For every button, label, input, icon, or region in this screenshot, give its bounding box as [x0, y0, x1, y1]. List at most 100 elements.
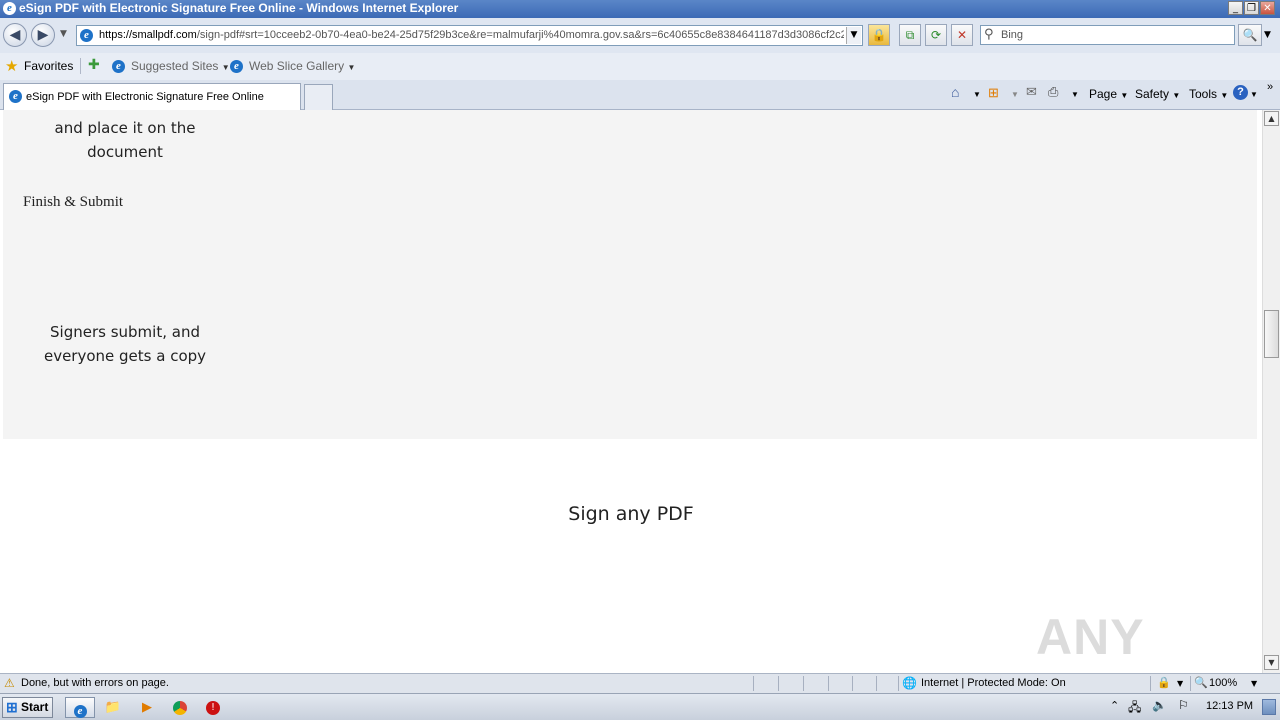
sign-any-pdf-heading: Sign any PDF — [568, 503, 694, 525]
favorites-button[interactable]: Favorites — [24, 59, 73, 73]
back-arrow-icon: ◀ — [9, 27, 21, 43]
scroll-thumb[interactable] — [1264, 310, 1279, 358]
protected-mode-panel[interactable]: 🔒 ▼ — [1150, 676, 1188, 691]
clock[interactable]: 12:13 PM — [1206, 700, 1253, 712]
scroll-up-arrow-icon[interactable]: ▲ — [1264, 111, 1279, 126]
signers-line2: everyone gets a copy — [43, 347, 207, 365]
refresh-button[interactable]: ⟳ — [925, 24, 947, 46]
tools-menu-label: Tools — [1189, 87, 1218, 101]
suggested-sites-label: Suggested Sites — [131, 59, 219, 73]
status-bar: ⚠ Done, but with errors on page. 🌐 Inter… — [0, 673, 1280, 693]
title-bar: e eSign PDF with Electronic Signature Fr… — [0, 0, 1280, 18]
compatibility-icon: ⧉ — [905, 28, 915, 42]
close-window-button[interactable]: ✕ — [1260, 1, 1275, 15]
favorites-divider — [80, 58, 81, 74]
web-slice-gallery-link[interactable]: Web Slice Gallery ▼ — [249, 59, 355, 73]
feeds-dropdown-icon[interactable]: ▼ — [1011, 90, 1019, 99]
taskbar: ⊞ Start e 📁 ▶ ! ⌃ 🖧 🔈 ⚐ 12:13 PM — [0, 693, 1280, 720]
globe-icon: 🌐 — [902, 676, 917, 690]
tab-label: eSign PDF with Electronic Signature Free… — [26, 91, 264, 103]
protected-mode-icon: 🔒 — [1157, 676, 1171, 689]
chrome-logo — [173, 700, 187, 715]
anyrun-watermark: ANY RUN — [1036, 609, 1146, 673]
status-panel — [876, 676, 900, 691]
print-icon[interactable]: ⎙ — [1048, 84, 1058, 100]
suggested-sites-link[interactable]: Suggested Sites ▼ — [131, 59, 230, 73]
add-favorite-icon[interactable]: ✚ — [88, 57, 100, 73]
scroll-down-arrow-icon[interactable]: ▼ — [1264, 655, 1279, 670]
status-panel — [828, 676, 852, 691]
show-hidden-icons-icon[interactable]: ⌃ — [1110, 699, 1119, 712]
help-dropdown-icon[interactable]: ▼ — [1250, 90, 1258, 99]
vertical-scrollbar[interactable]: ▲ ▼ — [1262, 110, 1280, 673]
home-icon[interactable]: ⌂ — [951, 84, 959, 100]
step-place-line2: document — [87, 143, 163, 161]
print-dropdown-icon[interactable]: ▼ — [1071, 90, 1079, 99]
status-message[interactable]: Done, but with errors on page. — [21, 677, 169, 689]
zoom-control[interactable]: 🔍 100% ▼ — [1190, 676, 1262, 691]
restore-button[interactable]: ❐ — [1244, 1, 1259, 15]
page-ie-icon: e — [80, 29, 93, 42]
web-slice-gallery-label: Web Slice Gallery — [249, 59, 345, 73]
chevron-down-icon: ▼ — [1120, 91, 1129, 100]
new-tab-button[interactable] — [304, 84, 333, 110]
ie-icon: e — [73, 705, 87, 718]
back-button[interactable]: ◀ — [3, 23, 27, 47]
chevron-down-icon: ▼ — [1220, 91, 1229, 100]
minimize-button[interactable]: _ — [1228, 1, 1243, 15]
status-panel — [778, 676, 802, 691]
signers-description: Signers submit, and everyone gets a copy — [25, 320, 225, 368]
feeds-icon[interactable]: ⊞ — [988, 85, 999, 101]
page-content: and place it on the document Finish & Su… — [0, 110, 1262, 673]
tools-menu[interactable]: Tools ▼ — [1189, 87, 1228, 101]
tab-esign-pdf[interactable]: e eSign PDF with Electronic Signature Fr… — [3, 83, 301, 110]
show-desktop-button[interactable] — [1262, 699, 1276, 715]
chevron-down-icon: ▼ — [347, 63, 356, 72]
url-text: https://smallpdf.com/sign-pdf#srt=10ccee… — [99, 29, 844, 41]
search-input[interactable]: ⚲ Bing — [980, 25, 1235, 45]
stop-button[interactable]: ✕ — [951, 24, 973, 46]
stop-icon: ✕ — [956, 28, 968, 42]
search-bing-icon: ⚲ — [984, 27, 994, 42]
home-dropdown-icon[interactable]: ▼ — [973, 90, 981, 99]
more-commands-icon[interactable]: » — [1267, 81, 1273, 93]
action-center-flag-icon[interactable]: ⚐ — [1178, 698, 1189, 712]
recent-pages-dropdown-icon[interactable]: ▼ — [60, 29, 67, 39]
step-place-line1: and place it on the — [54, 119, 196, 137]
security-lock-button[interactable]: 🔒 — [868, 24, 890, 46]
windows-logo-icon: ⊞ — [6, 699, 18, 715]
chrome-icon[interactable] — [167, 697, 193, 718]
search-go-button[interactable]: 🔍 — [1238, 24, 1262, 46]
safety-menu-label: Safety — [1135, 87, 1170, 101]
finish-submit-heading: Finish & Submit — [23, 194, 124, 210]
address-dropdown-icon[interactable]: ▼ — [846, 27, 861, 44]
volume-icon[interactable]: 🔈 — [1152, 698, 1167, 712]
chevron-down-icon: ▼ — [1172, 91, 1181, 100]
mail-icon[interactable]: ✉ — [1026, 84, 1037, 100]
taskbar-ie-button[interactable]: e — [65, 697, 95, 718]
warning-icon[interactable]: ⚠ — [4, 676, 15, 690]
web-slice-icon: e — [230, 60, 243, 73]
zoom-level: 100% — [1209, 677, 1238, 689]
media-player-icon[interactable]: ▶ — [134, 697, 160, 718]
zoom-icon: 🔍 — [1194, 676, 1208, 689]
network-icon[interactable]: 🖧 — [1128, 698, 1141, 719]
search-options-dropdown-icon[interactable]: ▼ — [1264, 30, 1271, 40]
status-panel — [803, 676, 827, 691]
address-input[interactable]: e https://smallpdf.com/sign-pdf#srt=10cc… — [76, 25, 863, 46]
forward-button[interactable]: ▶ — [31, 23, 55, 47]
suggested-sites-icon: e — [112, 60, 125, 73]
chevron-down-icon: ▼ — [1251, 679, 1258, 688]
start-label: Start — [21, 700, 49, 714]
help-icon[interactable]: ? — [1233, 85, 1248, 100]
page-menu[interactable]: Page ▼ — [1089, 87, 1128, 101]
favorites-star-icon: ★ — [5, 57, 19, 75]
start-button[interactable]: ⊞ Start — [2, 697, 53, 718]
page-menu-label: Page — [1089, 87, 1118, 101]
safety-menu[interactable]: Safety ▼ — [1135, 87, 1180, 101]
opera-icon[interactable]: ! — [200, 697, 226, 718]
compatibility-view-button[interactable]: ⧉ — [899, 24, 921, 46]
security-zone-text: Internet | Protected Mode: On — [921, 677, 1066, 689]
explorer-icon[interactable]: 📁 — [100, 697, 126, 718]
forward-arrow-icon: ▶ — [37, 27, 49, 43]
